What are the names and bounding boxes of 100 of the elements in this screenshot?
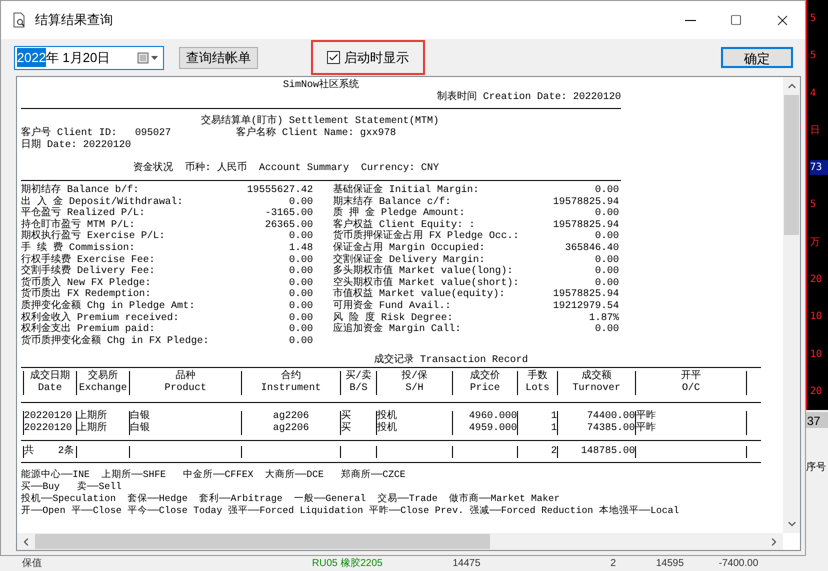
column-header: 买/卖 B/S bbox=[340, 371, 376, 396]
column-header: 成交价 Price bbox=[452, 371, 517, 396]
axis-label: 5 bbox=[810, 49, 818, 64]
summary-label: 交割保证金 Delivery Margin: bbox=[333, 254, 486, 266]
summary-value: 0.00 bbox=[288, 231, 313, 243]
document-search-icon bbox=[11, 12, 27, 28]
statement-date: 日期 Date: 20220120 bbox=[21, 140, 132, 152]
table-cell: 白银 bbox=[129, 423, 241, 436]
transaction-heading: 成交记录 Transaction Record bbox=[373, 355, 530, 368]
summary-label: 交割手续费 Delivery Fee: bbox=[21, 266, 156, 278]
table-cell: 平昨 bbox=[635, 411, 746, 424]
summary-value: 0.00 bbox=[288, 312, 313, 324]
legend-line: 能源中心──INE 上期所──SHFE 中金所──CFFEX 大商所──DCE 郑商所──CZCE bbox=[21, 469, 407, 481]
summary-heading: 资金状况 币种: 人民币 Account Summary Currency: CNY bbox=[132, 163, 440, 175]
summary-value: 0.00 bbox=[594, 324, 619, 336]
summary-label: 基础保证金 Initial Margin: bbox=[333, 185, 480, 196]
summary-label: 出 入 金 Deposit/Withdrawal: bbox=[21, 196, 184, 208]
background-cell: RU05 橡胶2205 bbox=[312, 558, 383, 570]
background-cell: 14475 bbox=[452, 558, 480, 570]
creation-date: 制表时间 Creation Date: 20220120 bbox=[436, 92, 621, 104]
table-cell: 74400.00 bbox=[557, 411, 635, 424]
column-header: 交易所 Exchange bbox=[76, 371, 129, 396]
table-cell: ag2206 bbox=[241, 411, 340, 424]
summary-value: 1.48 bbox=[288, 242, 313, 255]
axis-label: 日 bbox=[810, 124, 821, 138]
date-field[interactable]: 2022年 1月20日 bbox=[14, 46, 164, 70]
axis-label: 10 bbox=[810, 348, 824, 362]
summary-label: 风 险 度 Risk Degree: bbox=[333, 312, 454, 324]
background-cell: -7400.00 bbox=[718, 558, 758, 570]
axis-label: 10 bbox=[810, 310, 824, 324]
summary-value: 19578825.94 bbox=[552, 196, 619, 208]
summary-label: 质 押 金 Pledge Amount: bbox=[333, 208, 466, 220]
summary-value: 0.00 bbox=[288, 266, 313, 278]
query-statement-button[interactable]: 查询结帐单 bbox=[179, 46, 258, 68]
startup-checkbox[interactable] bbox=[327, 51, 340, 64]
summary-label: 货币质出 FX Redemption: bbox=[21, 289, 152, 300]
background-cell: 2 bbox=[610, 558, 616, 570]
column-header: 投/保 S/H bbox=[376, 371, 452, 396]
summary-label: 平仓盈亏 Realized P/L: bbox=[21, 208, 146, 220]
legend-line: 开──Open 平──Close 平今──Close Today 强平──Forced Liquidation 平昨──Close Prev. 强减──Forced Reduction 本地强平──Local bbox=[21, 505, 680, 518]
table-cell: 1 bbox=[517, 411, 557, 424]
summary-label: 权利金收入 Premium received: bbox=[21, 312, 180, 324]
total-cell: 2 bbox=[517, 446, 557, 458]
summary-value: 0.00 bbox=[594, 185, 619, 197]
summary-value: 19555627.42 bbox=[246, 185, 313, 197]
summary-value: 0.00 bbox=[594, 231, 619, 243]
column-header: 开平 O/C bbox=[635, 371, 746, 396]
table-cell: ag2206 bbox=[241, 423, 340, 436]
summary-label: 货币质押变化金额 Chg in FX Pledge: bbox=[21, 336, 210, 348]
summary-value: 0.00 bbox=[288, 300, 313, 313]
summary-value: 19578825.94 bbox=[552, 289, 619, 301]
table-cell: 1 bbox=[517, 423, 557, 436]
confirm-button[interactable]: 确定 bbox=[721, 47, 793, 68]
total-cell: 共 2条 bbox=[23, 446, 76, 458]
client-id: 客户号 Client ID: 095027 bbox=[21, 128, 172, 139]
legend-line: 买──Buy 卖──Sell bbox=[21, 481, 123, 493]
summary-value: -3165.00 bbox=[264, 208, 313, 220]
summary-value: 0.00 bbox=[288, 324, 313, 336]
column-header: 成交额 Turnover bbox=[557, 371, 635, 396]
column-header: 手数 Lots bbox=[517, 371, 557, 396]
grid-header: 序号 bbox=[806, 460, 827, 475]
column-header: 成交日期 Date bbox=[23, 371, 76, 396]
summary-value: 0.00 bbox=[288, 289, 313, 301]
background-cell: 保值 bbox=[22, 558, 42, 570]
summary-label: 持仓盯市盈亏 MTM P/L: bbox=[21, 220, 136, 231]
table-cell: 投机 bbox=[376, 423, 452, 436]
table-cell: 买 bbox=[340, 411, 376, 424]
summary-label: 质押变化金额 Chg in Pledge Amt: bbox=[21, 300, 196, 312]
axis-label: 73 bbox=[810, 160, 828, 176]
statement-title: 交易结算单(盯市) Settlement Statement(MTM) bbox=[200, 116, 440, 127]
column-header: 品种 Product bbox=[129, 371, 241, 396]
summary-value: 0.00 bbox=[288, 254, 313, 266]
summary-value: 0.00 bbox=[594, 266, 619, 278]
scrollbar-thumb[interactable] bbox=[784, 95, 799, 235]
summary-value: 19212979.54 bbox=[552, 300, 619, 313]
client-name: 客户名称 Client Name: gxx978 bbox=[236, 128, 396, 140]
summary-label: 市值权益 Market value(equity): bbox=[333, 289, 506, 300]
summary-label: 权利金支出 Premium paid: bbox=[21, 324, 156, 336]
summary-value: 0.00 bbox=[594, 254, 619, 266]
table-cell: 上期所 bbox=[76, 423, 129, 436]
column-header: 合约 Instrument bbox=[241, 371, 340, 396]
table-cell: 买 bbox=[340, 423, 376, 436]
summary-label: 期末结存 Balance c/f: bbox=[333, 196, 452, 208]
checkbox-label: 启动时显示 bbox=[344, 48, 409, 67]
calendar-dropdown-icon[interactable] bbox=[137, 52, 161, 64]
system-name: SimNow社区系统 bbox=[282, 80, 360, 92]
axis-label: 5 bbox=[810, 198, 818, 212]
scrollbar-thumb[interactable] bbox=[35, 534, 490, 549]
summary-label: 期初结存 Balance b/f: bbox=[21, 185, 140, 196]
summary-label: 货币质入 New FX Pledge: bbox=[21, 278, 152, 289]
axis-label: 4 bbox=[810, 86, 818, 101]
table-cell: 4960.000 bbox=[452, 411, 517, 424]
vertical-scrollbar[interactable] bbox=[783, 77, 800, 533]
summary-label: 保证金占用 Margin Occupied: bbox=[333, 242, 486, 254]
table-cell: 4959.000 bbox=[452, 423, 517, 436]
horizontal-scrollbar[interactable] bbox=[17, 533, 783, 550]
table-cell: 20220120 bbox=[23, 423, 76, 436]
summary-label: 空头期权市值 Market value(short): bbox=[333, 278, 520, 289]
summary-value: 0.00 bbox=[288, 336, 313, 348]
summary-value: 0.00 bbox=[594, 278, 619, 289]
